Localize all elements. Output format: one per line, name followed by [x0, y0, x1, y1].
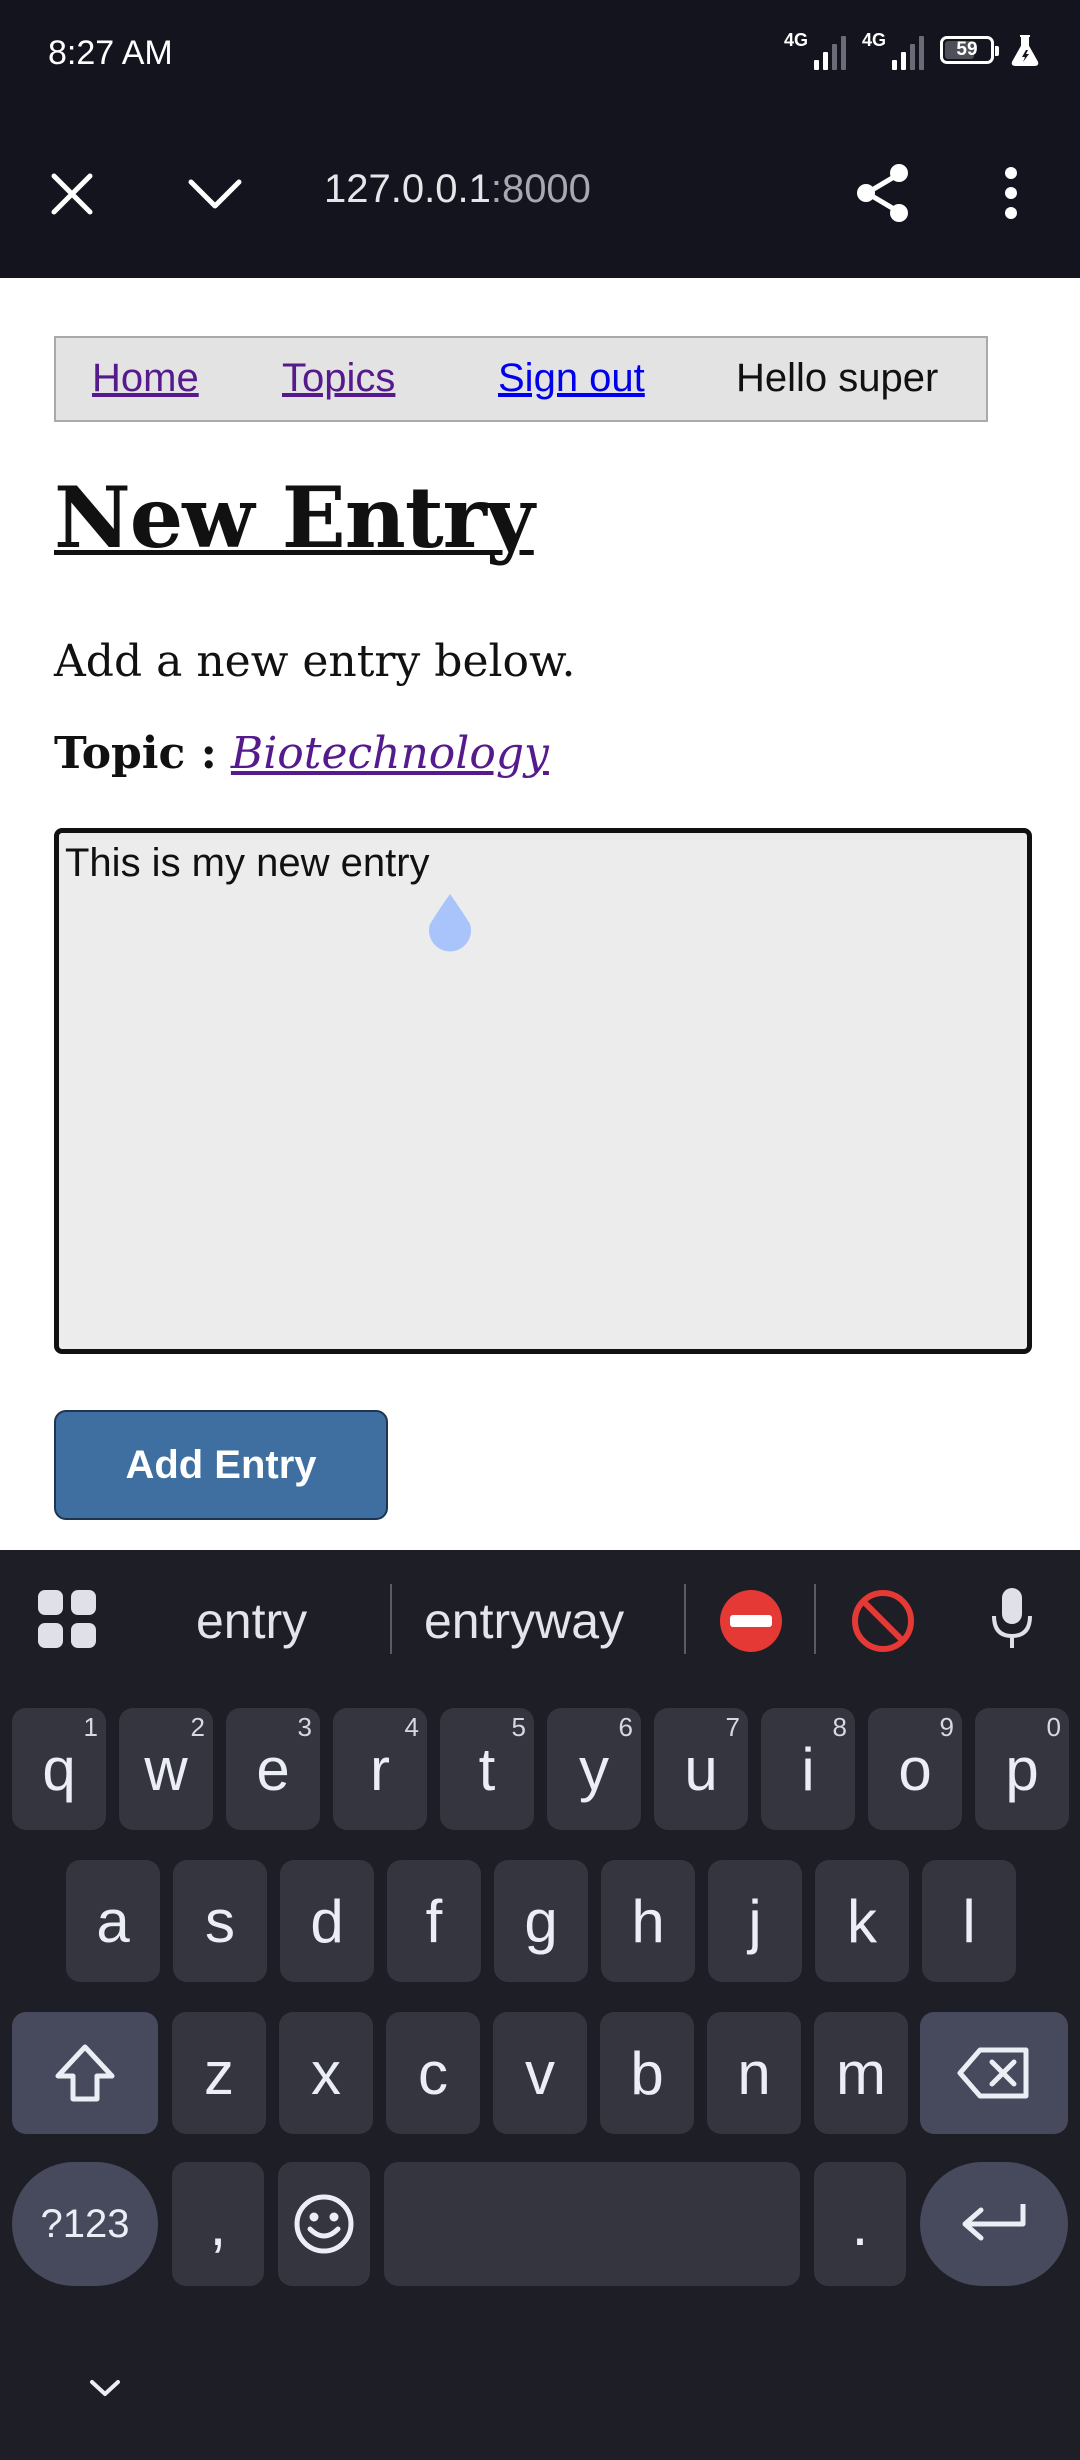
url-text[interactable]: 127.0.0.1:8000 [324, 167, 591, 212]
space-key[interactable] [384, 2162, 800, 2286]
shift-icon [55, 2044, 115, 2102]
key-v[interactable]: v [493, 2012, 587, 2134]
key-hint: 9 [939, 1712, 954, 1742]
key-s[interactable]: s [173, 1860, 267, 1982]
key-p[interactable]: p0 [975, 1708, 1069, 1830]
key-z[interactable]: z [172, 2012, 266, 2134]
backspace-icon [957, 2047, 1029, 2099]
page-content: Home Topics Sign out Hello super New Ent… [0, 278, 1080, 1550]
key-i[interactable]: i8 [761, 1708, 855, 1830]
hide-keyboard-chevron-icon[interactable] [88, 2378, 122, 2398]
key-label: e [256, 1735, 290, 1803]
suggestion-strip: entry entryway [0, 1550, 1080, 1686]
key-m[interactable]: m [814, 2012, 908, 2134]
emoji-key[interactable] [278, 2162, 370, 2286]
backspace-key[interactable] [920, 2012, 1068, 2134]
key-hint: 0 [1046, 1712, 1061, 1742]
key-h[interactable]: h [601, 1860, 695, 1982]
key-label: y [579, 1735, 609, 1803]
text-cursor-handle[interactable] [420, 888, 480, 960]
key-label: o [898, 1735, 932, 1803]
battery-icon: 59 [940, 36, 999, 64]
topic-label: Topic : [54, 728, 217, 779]
key-a[interactable]: a [66, 1860, 160, 1982]
key-t[interactable]: t5 [440, 1708, 534, 1830]
shift-key[interactable] [12, 2012, 158, 2134]
key-label: i [801, 1735, 815, 1803]
prohibited-emoji-icon[interactable] [850, 1588, 916, 1654]
topic-line: Topic : Biotechnology [54, 728, 549, 779]
share-icon [857, 164, 908, 222]
key-k[interactable]: k [815, 1860, 909, 1982]
entry-textarea[interactable] [54, 828, 1032, 1354]
key-label: u [684, 1735, 718, 1803]
page-subtitle: Add a new entry below. [54, 636, 576, 687]
nav-signout-link[interactable]: Sign out [498, 356, 645, 401]
status-time: 8:27 AM [48, 34, 173, 72]
enter-key[interactable] [920, 2162, 1068, 2286]
minimize-button[interactable] [182, 166, 248, 222]
key-hint: 6 [618, 1712, 633, 1742]
page-title: New Entry [54, 468, 535, 567]
key-l[interactable]: l [922, 1860, 1016, 1982]
topic-link[interactable]: Biotechnology [231, 728, 549, 779]
apps-grid-icon[interactable] [38, 1590, 96, 1648]
key-hint: 3 [297, 1712, 312, 1742]
key-n[interactable]: n [707, 2012, 801, 2134]
microphone-icon[interactable] [990, 1586, 1034, 1652]
nav-topics-link[interactable]: Topics [282, 356, 395, 401]
key-r[interactable]: r4 [333, 1708, 427, 1830]
more-vert-icon [1005, 167, 1017, 219]
add-entry-button[interactable]: Add Entry [54, 1410, 388, 1520]
key-x[interactable]: x [279, 2012, 373, 2134]
key-label: p [1005, 1735, 1039, 1803]
key-hint: 8 [832, 1712, 847, 1742]
suggestion-2[interactable]: entryway [424, 1592, 624, 1650]
signal-icon: 4G [784, 30, 846, 70]
no-entry-emoji-icon[interactable] [718, 1588, 784, 1654]
close-tab-button[interactable] [44, 166, 100, 222]
key-u[interactable]: u7 [654, 1708, 748, 1830]
key-e[interactable]: e3 [226, 1708, 320, 1830]
key-d[interactable]: d [280, 1860, 374, 1982]
signal-icon: 4G [862, 30, 924, 70]
soft-keyboard: entry entryway q1w2e3r4t5y6u7i8o9p0 asdf… [0, 1550, 1080, 2460]
key-hint: 2 [190, 1712, 205, 1742]
key-label: w [144, 1735, 188, 1803]
close-icon [51, 173, 93, 215]
emoji-icon [294, 2194, 354, 2254]
key-y[interactable]: y6 [547, 1708, 641, 1830]
user-greeting: Hello super [736, 356, 939, 400]
nav-home-link[interactable]: Home [92, 356, 199, 401]
key-o[interactable]: o9 [868, 1708, 962, 1830]
status-icons: 4G 4G 59 [784, 30, 1040, 70]
flask-icon [1011, 35, 1039, 66]
more-menu-button[interactable] [994, 160, 1028, 226]
chevron-down-icon [188, 179, 242, 209]
key-g[interactable]: g [494, 1860, 588, 1982]
comma-key[interactable]: , [172, 2162, 264, 2286]
key-f[interactable]: f [387, 1860, 481, 1982]
suggestion-1[interactable]: entry [196, 1592, 307, 1650]
key-hint: 1 [83, 1712, 98, 1742]
key-q[interactable]: q1 [12, 1708, 106, 1830]
return-icon [962, 2204, 1026, 2241]
key-c[interactable]: c [386, 2012, 480, 2134]
symbols-key[interactable]: ?123 [12, 2162, 158, 2286]
key-hint: 5 [511, 1712, 526, 1742]
key-j[interactable]: j [708, 1860, 802, 1982]
key-hint: 7 [725, 1712, 740, 1742]
share-button[interactable] [850, 160, 916, 226]
period-key[interactable]: . [814, 2162, 906, 2286]
key-label: q [42, 1735, 76, 1803]
key-b[interactable]: b [600, 2012, 694, 2134]
key-label: r [370, 1735, 390, 1803]
key-hint: 4 [404, 1712, 419, 1742]
browser-chrome: 8:27 AM 4G 4G 59 127.0.0.1:8000 [0, 0, 1080, 278]
key-label: t [478, 1735, 496, 1803]
site-navbar: Home Topics Sign out Hello super [54, 336, 988, 422]
key-w[interactable]: w2 [119, 1708, 213, 1830]
